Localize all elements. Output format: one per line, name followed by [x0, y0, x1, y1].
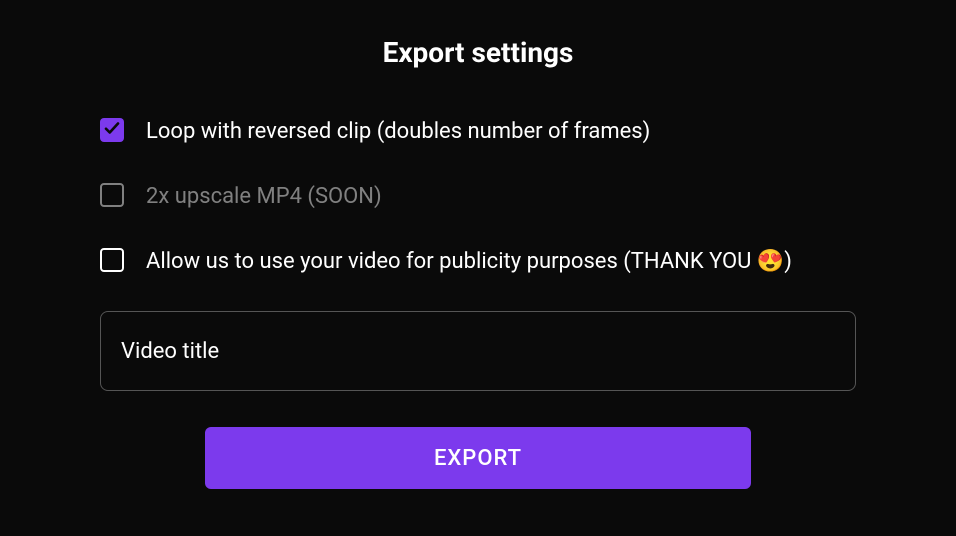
- loop-label: Loop with reversed clip (doubles number …: [146, 117, 856, 148]
- option-upscale-row: 2x upscale MP4 (SOON): [100, 182, 856, 213]
- export-settings-panel: Export settings Loop with reversed clip …: [0, 0, 956, 536]
- upscale-label: 2x upscale MP4 (SOON): [146, 182, 856, 213]
- publicity-label: Allow us to use your video for publicity…: [146, 247, 856, 278]
- upscale-checkbox: [100, 183, 124, 207]
- options-group: Loop with reversed clip (doubles number …: [100, 117, 856, 277]
- option-publicity-row: Allow us to use your video for publicity…: [100, 247, 856, 278]
- option-loop-row: Loop with reversed clip (doubles number …: [100, 117, 856, 148]
- export-button[interactable]: EXPORT: [205, 427, 751, 489]
- checkmark-icon: [103, 119, 121, 141]
- loop-checkbox[interactable]: [100, 118, 124, 142]
- panel-title: Export settings: [383, 36, 574, 69]
- video-title-input[interactable]: [100, 311, 856, 391]
- publicity-checkbox[interactable]: [100, 248, 124, 272]
- video-title-wrapper: [100, 311, 856, 391]
